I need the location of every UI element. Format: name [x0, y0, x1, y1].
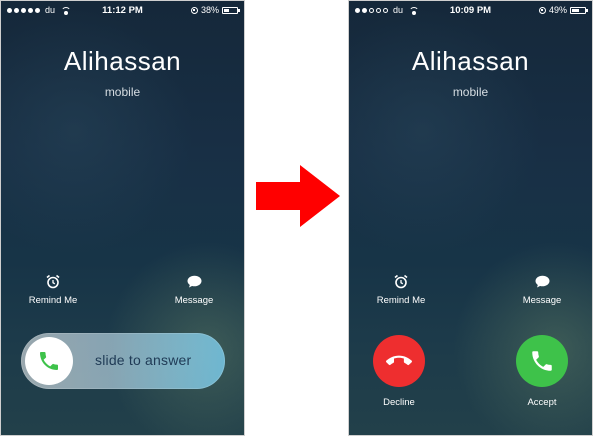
message-button[interactable]: Message	[159, 273, 229, 306]
decline-button[interactable]	[373, 335, 425, 387]
phone-handset-icon	[40, 352, 58, 370]
rotation-lock-icon	[538, 6, 546, 14]
status-bar: du 10:09 PM 49%	[349, 1, 592, 21]
speech-bubble-icon	[535, 275, 549, 287]
accept-button[interactable]	[516, 335, 568, 387]
phone-handset-icon	[532, 351, 552, 371]
remind-me-button[interactable]: Remind Me	[18, 273, 88, 306]
battery-percent: 38%	[200, 5, 219, 15]
phone-hangup-icon	[386, 355, 412, 366]
battery-percent: 49%	[548, 5, 567, 15]
alarm-clock-icon	[46, 274, 60, 288]
slide-to-answer-knob[interactable]	[25, 337, 73, 385]
right-arrow-icon	[256, 165, 340, 227]
status-bar: du 11:12 PM 38%	[1, 1, 244, 21]
decline-label: Decline	[383, 397, 415, 408]
incoming-call-screen-buttons: du 10:09 PM 49% Alihassan mobile Remind …	[348, 0, 593, 436]
slide-to-answer-track[interactable]: slide to answer	[21, 333, 225, 389]
battery-icon	[570, 6, 588, 14]
speech-bubble-icon	[187, 275, 201, 287]
caller-type: mobile	[452, 85, 489, 99]
accept-label: Accept	[527, 397, 557, 408]
message-label: Message	[174, 295, 214, 306]
caller-name: Alihassan	[63, 46, 182, 76]
incoming-call-screen-slide: du 11:12 PM 38% Alihassan mobile Remind …	[0, 0, 245, 436]
remind-me-label: Remind Me	[376, 295, 426, 306]
slide-to-answer-text: slide to answer	[95, 352, 192, 368]
caller-type: mobile	[104, 85, 141, 99]
caller-name: Alihassan	[411, 46, 530, 76]
remind-me-button[interactable]: Remind Me	[366, 273, 436, 306]
alarm-clock-icon	[394, 274, 408, 288]
message-label: Message	[522, 295, 562, 306]
message-button[interactable]: Message	[507, 273, 577, 306]
battery-icon	[222, 6, 240, 14]
rotation-lock-icon	[190, 6, 198, 14]
remind-me-label: Remind Me	[28, 295, 78, 306]
